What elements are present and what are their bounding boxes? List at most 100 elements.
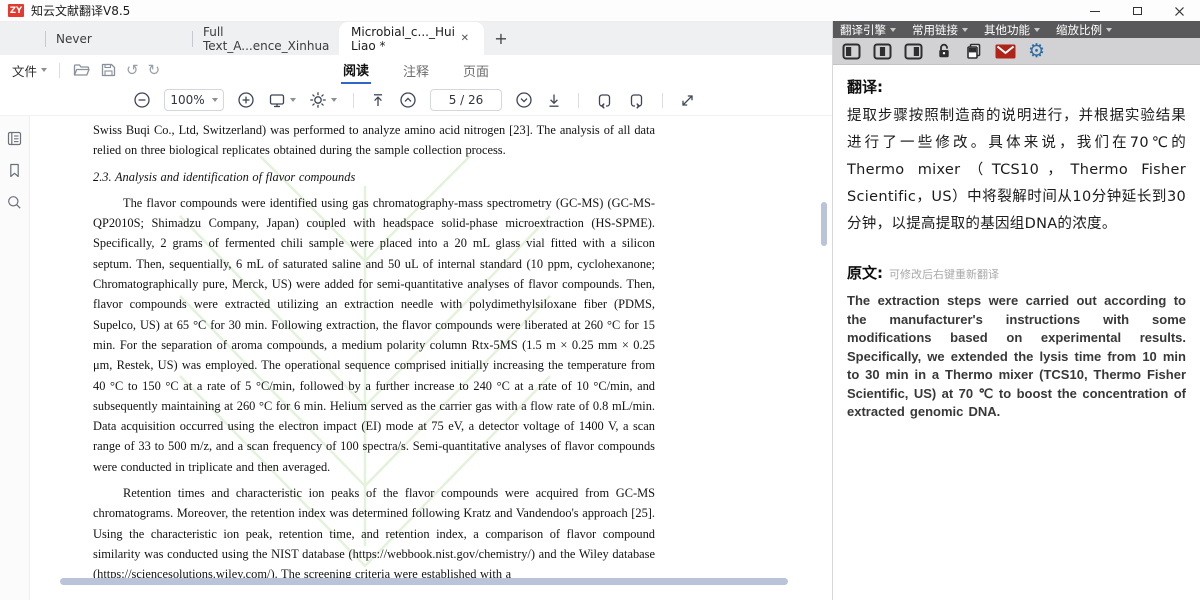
tab-fulltext[interactable]: Full Text_A...ence_Xinhua [193,22,339,55]
chevron-down-icon [1034,28,1040,32]
layout-center-pane-button[interactable] [873,43,892,60]
menu-common-links[interactable]: 常用链接 [912,22,968,38]
menu-zoom-ratio[interactable]: 缩放比例 [1056,22,1112,38]
original-label: 原文: [847,262,883,283]
pdf-toolbar: 100% [0,85,832,116]
file-group: 文件 ↺ ↻ [12,61,160,80]
document-tab-bar: Never Full Text_A...ence_Xinhua Microbia… [0,22,832,55]
panel-menu-bar: 翻译引擎 常用链接 其他功能 缩放比例 [833,21,1200,38]
minimize-icon [1090,11,1100,12]
next-page-button[interactable] [515,91,533,109]
search-panel-button[interactable] [6,194,23,211]
open-folder-button[interactable] [72,62,91,78]
menu-label: 缩放比例 [1056,22,1102,38]
viewer-sidebar [0,116,30,600]
tab-page[interactable]: 页面 [461,57,491,83]
panel-content: 翻译: 提取步骤按照制造商的说明进行，并根据实验结果进行了一些修改。具体来说，我… [833,65,1200,422]
save-button[interactable] [100,62,117,78]
panel-icon-bar: ⚙ [833,38,1200,65]
zoom-in-button[interactable] [237,91,255,109]
rotate-left-button[interactable] [595,91,614,110]
original-text[interactable]: The extraction steps were carried out ac… [847,292,1186,422]
email-button[interactable] [995,44,1016,59]
settings-gear-button[interactable]: ⚙ [1028,42,1045,61]
original-label-row: 原文: 可修改后右键重新翻译 [847,262,1186,283]
paragraph-intro: Swiss Buqi Co., Ltd, Switzerland) was pe… [93,120,655,161]
close-icon [1174,6,1185,17]
copy-pages-button[interactable] [965,42,983,60]
paragraph-retention: Retention times and characteristic ion p… [93,483,655,584]
menu-label: 翻译引擎 [840,22,886,38]
tab-close-icon[interactable]: ✕ [458,31,472,46]
window-controls [1074,0,1200,22]
paragraph-methods: The flavor compounds were identified usi… [93,193,655,477]
zoom-out-button[interactable] [133,91,151,109]
maximize-icon [1133,7,1142,15]
tab-never[interactable]: Never [46,22,192,55]
tab-reading[interactable]: 阅读 [341,56,371,84]
go-to-top-button[interactable] [370,92,386,109]
pdf-page-text: Swiss Buqi Co., Ltd, Switzerland) was pe… [93,120,655,585]
chevron-down-icon [1106,28,1112,32]
toolbar-separator [662,93,663,108]
tab-label: Full Text_A...ence_Xinhua [203,25,339,53]
horizontal-scrollbar[interactable] [60,578,788,585]
page-display-mode-select[interactable] [268,92,296,109]
app-logo-icon: ZY [8,4,24,17]
chevron-down-icon [41,68,47,72]
menu-label: 其他功能 [984,22,1030,38]
fullscreen-button[interactable] [679,92,696,109]
maximize-button[interactable] [1116,0,1158,22]
pdf-reader-region: Never Full Text_A...ence_Xinhua Microbia… [0,22,832,600]
file-menu[interactable]: 文件 [12,61,47,80]
rotate-right-button[interactable] [627,91,646,110]
app-title: 知云文献翻译V8.5 [31,2,130,19]
tab-microbial-active[interactable]: Microbial_c..._Hui Liao * ✕ [339,22,484,55]
page-number-input[interactable] [430,89,502,111]
section-heading: 2.3. Analysis and identification of flav… [93,167,655,187]
display-mode-icon [268,92,286,109]
menu-label: 常用链接 [912,22,958,38]
document-viewport: Swiss Buqi Co., Ltd, Switzerland) was pe… [0,116,832,600]
redo-button[interactable]: ↻ [148,63,161,78]
background-theme-select[interactable] [309,91,337,109]
zoom-level-value: 100% [170,93,204,107]
tab-label: Never [56,32,92,46]
translation-text[interactable]: 提取步骤按照制造商的说明进行，并根据实验结果进行了一些修改。具体来说，我们在70… [847,103,1186,238]
menu-other-functions[interactable]: 其他功能 [984,22,1040,38]
tab-bar-spacer [0,22,45,55]
tab-label: Microbial_c..._Hui Liao * [351,25,458,53]
original-hint: 可修改后右键重新翻译 [889,266,999,282]
file-menu-label: 文件 [12,61,37,80]
translation-label: 翻译: [847,76,1186,97]
chevron-down-icon [962,28,968,32]
previous-page-button[interactable] [399,91,417,109]
zoom-level-select[interactable]: 100% [164,89,224,111]
menu-translation-engine[interactable]: 翻译引擎 [840,22,896,38]
chevron-down-icon [890,28,896,32]
download-button[interactable] [546,92,562,109]
brightness-icon [309,91,327,109]
title-bar: ZY 知云文献翻译V8.5 [0,0,1200,22]
toolbar-separator [578,93,579,108]
tab-annotation[interactable]: 注释 [401,57,431,83]
vertical-scrollbar[interactable] [821,202,827,246]
new-tab-button[interactable]: + [484,22,518,55]
toolbar-separator [59,63,60,78]
minimize-button[interactable] [1074,0,1116,22]
chevron-down-icon [290,98,296,102]
app-window: ZY 知云文献翻译V8.5 Never Full Text_A...ence_X… [0,0,1200,600]
close-button[interactable] [1158,0,1200,22]
undo-button[interactable]: ↺ [126,63,139,78]
layout-left-pane-button[interactable] [842,43,861,60]
chevron-down-icon [212,98,218,102]
translation-panel: 翻译引擎 常用链接 其他功能 缩放比例 ⚙ [832,21,1200,600]
unlock-button[interactable] [935,42,953,60]
toolbar-separator [353,93,354,108]
chevron-down-icon [331,98,337,102]
layout-right-pane-button[interactable] [904,43,923,60]
thumbnails-panel-button[interactable] [6,130,23,147]
plus-icon: + [494,29,507,48]
main-toolbar: 文件 ↺ ↻ 阅读 注释 页面 [0,55,832,85]
bookmark-panel-button[interactable] [6,162,23,179]
